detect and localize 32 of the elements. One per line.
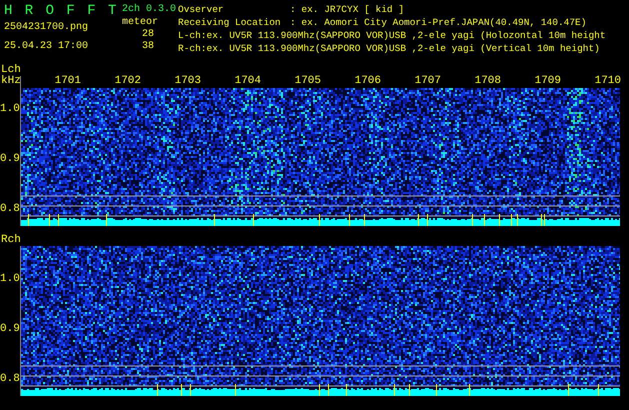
- time-label: 1706: [354, 76, 381, 87]
- info-value: : ex. Aomori City Aomori-Pref.JAPAN(40.49N, 140.47E): [290, 16, 586, 29]
- version-label: 2ch 0.3.0: [122, 3, 176, 16]
- time-label: 1701: [54, 76, 81, 87]
- mode-label: meteor: [122, 16, 158, 29]
- channel-info: L-ch:ex. UV5R 113.900Mhz(SAPPORO VOR)USB ,2-ele yagi (Holozontal 10m height: [178, 29, 606, 42]
- info-value: : ex. JR7CYX [ kid ]: [290, 3, 404, 16]
- app-title: H R O F F T: [4, 3, 118, 19]
- frequency-label: 0.9: [0, 324, 20, 335]
- time-label: 1707: [414, 76, 441, 87]
- channel-info: R-ch:ex. UV5R 113.900Mhz(SAPPORO VOR)USB ,2-ele yagi (Vertical 10m height): [178, 42, 601, 55]
- file-name: 2504231700.png: [4, 22, 88, 34]
- time-label: 1709: [534, 76, 561, 87]
- timestamp: 25.04.23 17:00: [4, 41, 88, 53]
- channel-label: Rch: [0, 235, 21, 246]
- time-label: 1710: [594, 76, 621, 87]
- frequency-label: 1.0: [0, 104, 20, 115]
- count-value: 28: [142, 29, 154, 41]
- frequency-label: 0.8: [0, 204, 20, 215]
- time-label: 1705: [294, 76, 321, 87]
- time-label: 1703: [174, 76, 201, 87]
- time-label: 1708: [474, 76, 501, 87]
- frequency-label: 0.9: [0, 154, 20, 165]
- time-label: 1704: [234, 76, 261, 87]
- frequency-label: 0.8: [0, 374, 20, 385]
- info-label: Receiving Location: [178, 16, 282, 29]
- channel-label: Lch: [0, 65, 21, 76]
- count-value: 38: [142, 41, 154, 53]
- info-label: Ovserver: [178, 3, 225, 16]
- frequency-label: 1.0: [0, 274, 20, 285]
- time-label: 1702: [114, 76, 141, 87]
- unit-label: kHz: [1, 76, 21, 87]
